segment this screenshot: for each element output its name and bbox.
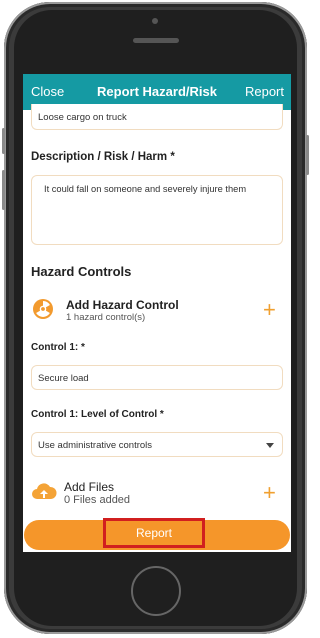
description-value: It could fall on someone and severely in…: [44, 184, 247, 194]
header-report-button[interactable]: Report: [245, 84, 284, 99]
add-hazard-control-label: Add Hazard Control: [66, 298, 179, 312]
add-hazard-control-row[interactable]: Add Hazard Control 1 hazard control(s) +: [23, 294, 291, 328]
control1-field[interactable]: Secure load: [31, 365, 283, 390]
hazard-title-value: Loose cargo on truck: [38, 112, 127, 123]
side-button-right: [306, 135, 309, 175]
description-field[interactable]: It could fall on someone and severely in…: [31, 175, 283, 245]
close-button[interactable]: Close: [31, 84, 64, 99]
hazard-title-field[interactable]: Loose cargo on truck: [31, 104, 283, 130]
hazard-control-count: 1 hazard control(s): [66, 312, 146, 323]
side-button-left-1: [2, 128, 5, 154]
add-files-plus-icon[interactable]: +: [263, 482, 276, 504]
control1-level-label: Control 1: Level of Control *: [31, 409, 164, 420]
control1-value: Secure load: [38, 373, 89, 384]
side-button-left-2: [2, 170, 5, 210]
radiation-icon: [33, 299, 53, 319]
description-label: Description / Risk / Harm *: [31, 151, 175, 163]
front-camera: [152, 18, 158, 24]
add-files-label: Add Files: [64, 480, 115, 494]
app-screen: Report Hazard/Risk Close Report Loose ca…: [23, 74, 291, 552]
speaker-grille: [133, 38, 179, 43]
control1-level-value: Use administrative controls: [38, 440, 153, 451]
control1-label: Control 1: *: [31, 342, 85, 353]
files-count: 0 Files added: [64, 494, 131, 506]
hazard-controls-title: Hazard Controls: [31, 264, 132, 279]
home-button[interactable]: [131, 566, 181, 616]
control1-level-select[interactable]: Use administrative controls: [31, 432, 283, 457]
add-hazard-control-plus-icon[interactable]: +: [263, 299, 276, 321]
report-button[interactable]: Report: [103, 518, 205, 548]
chevron-down-icon: [266, 443, 274, 448]
add-files-row[interactable]: Add Files 0 Files added +: [23, 474, 291, 510]
cloud-upload-icon: [32, 483, 57, 499]
